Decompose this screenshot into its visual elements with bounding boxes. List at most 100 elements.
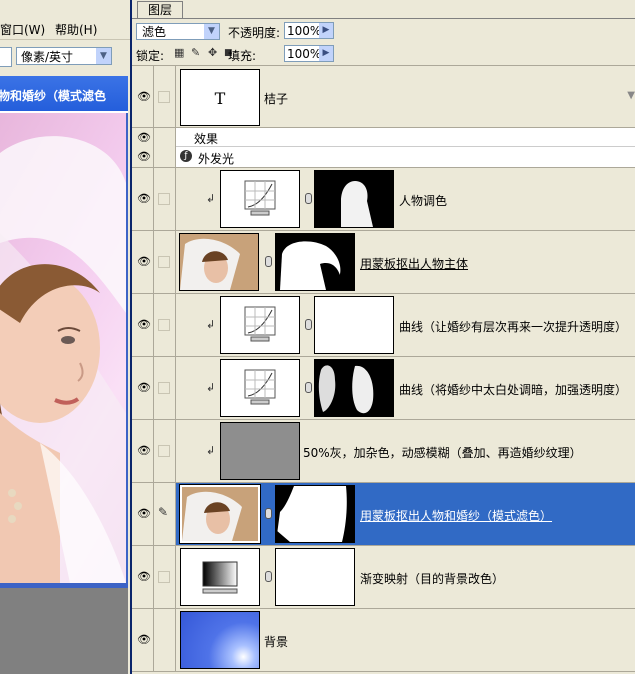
mask-link-icon[interactable] xyxy=(265,571,272,582)
layer-name[interactable]: 人物调色 xyxy=(399,192,447,209)
mask-thumbnail[interactable] xyxy=(314,170,394,228)
link-toggle[interactable]: ✎ xyxy=(154,483,176,545)
collapse-arrow-icon[interactable]: ▼ xyxy=(627,90,635,101)
link-toggle[interactable] xyxy=(154,294,176,356)
eye-icon: 👁 xyxy=(137,570,151,583)
curves-thumbnail[interactable] xyxy=(220,359,300,417)
layer-name[interactable]: 用蒙板抠出人物主体 xyxy=(360,255,468,272)
lock-label: 锁定: xyxy=(136,49,165,63)
visibility-toggle[interactable]: 👁 xyxy=(132,546,154,608)
background-thumbnail[interactable] xyxy=(180,611,260,669)
visibility-toggle[interactable]: 👁 xyxy=(132,231,154,293)
fill-input[interactable]: 100% ▶ xyxy=(284,45,334,62)
visibility-toggle[interactable]: 👁 xyxy=(132,420,154,482)
layer-row-curves[interactable]: 👁 ↲ 曲线（让婚纱有层次再来一次提升透明度） xyxy=(132,294,635,357)
eye-icon: 👁 xyxy=(137,255,151,268)
layer-row-curves[interactable]: 👁 ↲ 曲线（将婚纱中太白处调暗，加强透明度） xyxy=(132,357,635,420)
lock-transparency-icon[interactable]: ▦ xyxy=(174,47,185,58)
chevron-down-icon[interactable]: ▼ xyxy=(96,48,111,64)
unit-select[interactable]: 像素/英寸 ▼ xyxy=(16,47,112,65)
mask-thumbnail[interactable] xyxy=(275,485,355,543)
layer-row-gray[interactable]: 👁 ↲ 50%灰，加杂色，动感模糊（叠加、再造婚纱纹理） xyxy=(132,420,635,483)
layer-name[interactable]: 50%灰，加杂色，动感模糊（叠加、再造婚纱纹理） xyxy=(303,444,582,461)
layer-row-background[interactable]: 👁 背景 xyxy=(132,609,635,672)
eye-icon: 👁 xyxy=(137,507,151,520)
layer-name[interactable]: 曲线（将婚纱中太白处调暗，加强透明度） xyxy=(399,381,627,398)
effects-label-row[interactable]: 效果 xyxy=(176,128,635,147)
layer-name[interactable]: 桔子 xyxy=(264,90,288,107)
layer-name[interactable]: 用蒙板抠出人物和婚纱（模式滤色） xyxy=(360,507,552,524)
eye-icon: 👁 xyxy=(137,131,151,144)
outer-glow-row[interactable]: ƒ 外发光 xyxy=(176,147,635,167)
blend-mode-select[interactable]: 滤色 ▼ xyxy=(136,23,220,40)
layer-name[interactable]: 渐变映射（目的背景改色） xyxy=(360,570,504,587)
paintbrush-icon: ✎ xyxy=(158,505,169,519)
blend-mode-value: 滤色 xyxy=(142,25,167,39)
clip-arrow-icon: ↲ xyxy=(206,381,216,394)
resolution-field[interactable] xyxy=(0,47,12,67)
lock-move-icon[interactable]: ✥ xyxy=(208,47,219,58)
menu-help[interactable]: 帮助(H) xyxy=(55,21,97,38)
layer-row-gradient-map[interactable]: 👁 渐变映射（目的背景改色） xyxy=(132,546,635,609)
mask-link-icon[interactable] xyxy=(265,508,272,519)
photo-thumbnail[interactable] xyxy=(179,233,259,291)
chevron-down-icon[interactable]: ▼ xyxy=(204,24,219,39)
lock-paint-icon[interactable]: ✎ xyxy=(191,47,202,58)
layers-panel: 图层 滤色 ▼ 不透明度: 100% ▶ 锁定: ▦ ✎ ✥ ■ 填充: 100… xyxy=(130,0,635,674)
link-toggle[interactable] xyxy=(154,231,176,293)
workspace-gray xyxy=(0,588,128,674)
link-cell xyxy=(154,609,176,671)
curves-thumbnail[interactable] xyxy=(220,296,300,354)
mask-link-icon[interactable] xyxy=(305,193,312,204)
tab-divider xyxy=(132,18,635,19)
mask-link-icon[interactable] xyxy=(305,382,312,393)
visibility-toggle[interactable]: 👁 xyxy=(132,294,154,356)
link-toggle[interactable] xyxy=(154,66,176,127)
mask-thumbnail[interactable] xyxy=(275,233,355,291)
fill-value: 100% xyxy=(287,47,322,61)
visibility-toggle[interactable]: 👁 xyxy=(132,168,154,230)
chevron-right-icon[interactable]: ▶ xyxy=(319,46,333,61)
menu-bar: 窗口(W) 帮助(H) xyxy=(0,17,130,40)
link-toggle[interactable] xyxy=(154,546,176,608)
layer-row-text[interactable]: 👁 T 桔子 ▼ xyxy=(132,66,635,128)
tab-layers[interactable]: 图层 xyxy=(137,1,183,19)
layer-name[interactable]: 曲线（让婚纱有层次再来一次提升透明度） xyxy=(399,318,627,335)
link-toggle[interactable] xyxy=(154,420,176,482)
layer-row-photo[interactable]: 👁 用蒙板抠出人物主体 xyxy=(132,231,635,294)
menu-window[interactable]: 窗口(W) xyxy=(0,21,45,38)
eye-icon: 👁 xyxy=(137,192,151,205)
layer-name[interactable]: 背景 xyxy=(264,633,288,650)
opacity-input[interactable]: 100% ▶ xyxy=(284,22,334,39)
outer-glow-label: 外发光 xyxy=(198,152,235,166)
layer-row-curves[interactable]: 👁 ↲ 人物调色 xyxy=(132,168,635,231)
link-toggle[interactable] xyxy=(154,168,176,230)
canvas-photo[interactable] xyxy=(0,113,126,583)
gradient-map-thumbnail[interactable] xyxy=(180,548,260,606)
visibility-toggle[interactable]: 👁 xyxy=(132,66,154,127)
mask-link-icon[interactable] xyxy=(305,319,312,330)
opacity-value: 100% xyxy=(287,24,322,38)
mask-thumbnail[interactable] xyxy=(275,548,355,606)
clip-arrow-icon: ↲ xyxy=(206,444,216,457)
mask-thumbnail[interactable] xyxy=(314,359,394,417)
link-toggle[interactable] xyxy=(154,357,176,419)
visibility-toggle[interactable]: 👁 xyxy=(132,483,154,545)
mask-thumbnail[interactable] xyxy=(314,296,394,354)
eye-icon: 👁 xyxy=(137,318,151,331)
visibility-toggle[interactable]: 👁 xyxy=(132,357,154,419)
chevron-right-icon[interactable]: ▶ xyxy=(319,23,333,38)
gray-layer-thumbnail[interactable] xyxy=(220,422,300,480)
fill-label: 填充: xyxy=(228,49,257,63)
effects-visibility-toggle[interactable]: 👁 👁 xyxy=(132,128,154,167)
mask-link-icon[interactable] xyxy=(265,256,272,267)
layer-row-selected[interactable]: 👁 ✎ 用蒙板抠出人物和婚纱（模式滤色） xyxy=(132,483,635,546)
curves-thumbnail[interactable] xyxy=(220,170,300,228)
text-layer-thumbnail[interactable]: T xyxy=(180,69,260,126)
link-cell xyxy=(154,128,176,167)
opacity-label: 不透明度: xyxy=(228,26,281,40)
document-titlebar[interactable]: 物和婚纱（模式滤色 xyxy=(0,76,128,113)
clip-arrow-icon: ↲ xyxy=(206,192,216,205)
photo-thumbnail[interactable] xyxy=(179,484,261,544)
visibility-toggle[interactable]: 👁 xyxy=(132,609,154,671)
